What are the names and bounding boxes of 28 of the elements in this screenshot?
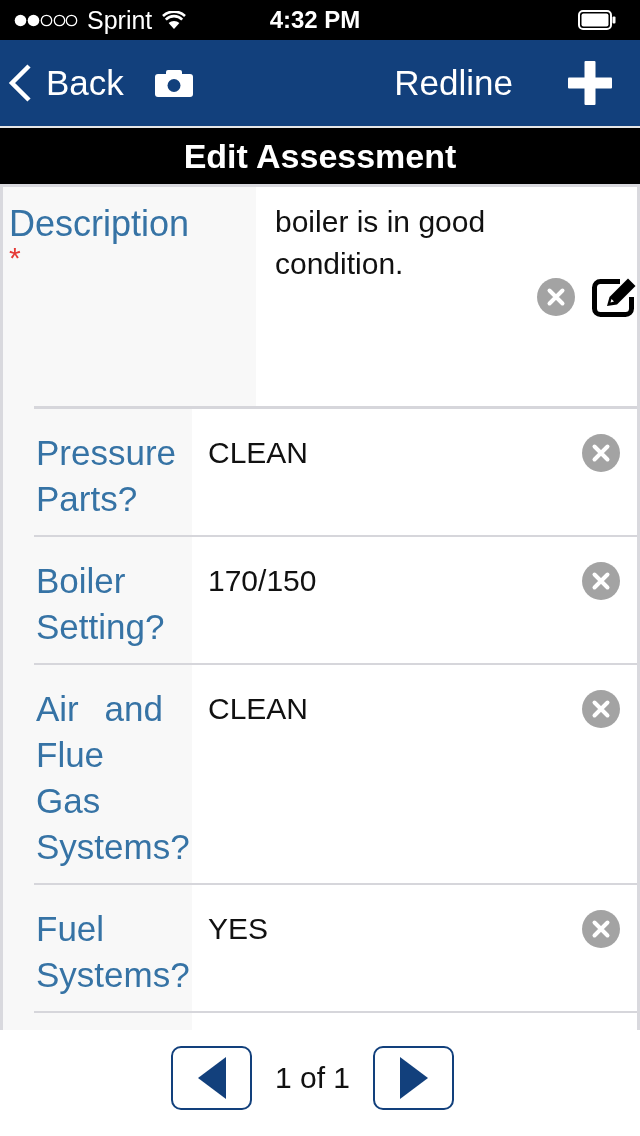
screen-title: Edit Assessment xyxy=(183,136,457,176)
text-area[interactable]: boiler is in good condition. xyxy=(256,187,537,406)
wifi-icon xyxy=(162,11,187,29)
next-button[interactable] xyxy=(373,1046,455,1110)
camera-icon[interactable] xyxy=(154,69,193,97)
signal-icon xyxy=(14,13,78,27)
plus-icon[interactable] xyxy=(568,61,612,105)
field-label: Pressure Parts? xyxy=(36,432,178,520)
input-field[interactable]: 170/150 xyxy=(192,537,582,617)
field-label: Description xyxy=(9,203,191,245)
chevron-left-icon xyxy=(8,64,32,102)
right-triangle-icon xyxy=(399,1057,428,1099)
input-field[interactable]: CLEAN xyxy=(192,409,582,489)
field-label: Air and Flue Gas Systems? xyxy=(36,688,191,868)
required-mark: * xyxy=(9,245,21,271)
left-triangle-icon xyxy=(197,1057,226,1099)
input-field[interactable]: CLEAN xyxy=(192,665,582,745)
status-time: 4:32 PM xyxy=(269,5,361,35)
battery-icon xyxy=(578,10,616,30)
field-label: Fuel Systems? xyxy=(36,908,191,996)
page-indicator: 1 of 1 xyxy=(275,1060,351,1096)
field-label: Boiler Setting? xyxy=(36,560,166,648)
back-button[interactable]: Back xyxy=(8,63,124,103)
redline-button[interactable]: Redline xyxy=(394,63,513,103)
carrier-name: Sprint xyxy=(87,5,153,35)
edit-icon[interactable] xyxy=(591,276,637,318)
previous-button[interactable] xyxy=(171,1046,252,1110)
input-field[interactable]: YES xyxy=(192,885,582,965)
